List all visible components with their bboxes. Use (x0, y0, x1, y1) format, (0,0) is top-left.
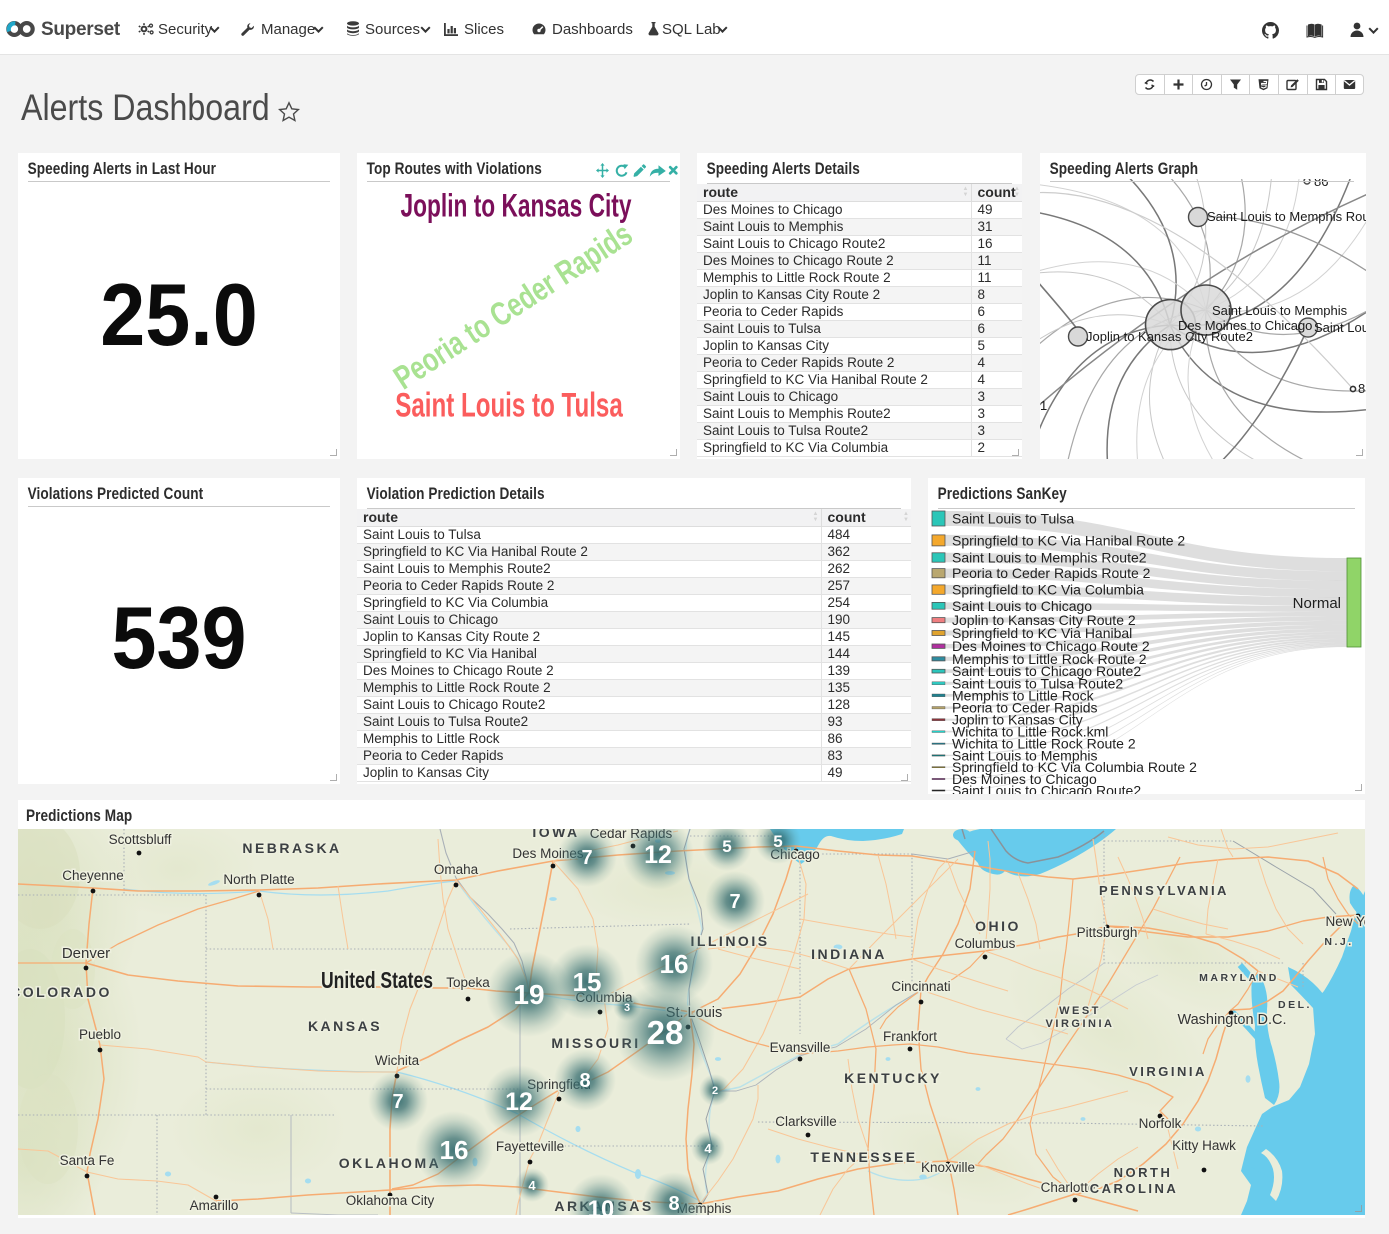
svg-text:North Platte: North Platte (223, 872, 294, 887)
svg-text:Saint Louis t: Saint Louis t (1314, 320, 1366, 335)
svg-text:New York: New York (1325, 914, 1365, 929)
svg-text:NORTH: NORTH (1114, 1165, 1173, 1180)
svg-text:3: 3 (624, 1002, 630, 1014)
svg-text:12: 12 (644, 841, 672, 869)
svg-text:United States: United States (321, 967, 433, 993)
svg-text:Omaha: Omaha (434, 862, 479, 877)
svg-text:Cheyenne: Cheyenne (62, 868, 124, 883)
svg-text:Springfield to KC Via Columbia: Springfield to KC Via Columbia (952, 582, 1144, 598)
svg-text:Evansville: Evansville (770, 1040, 831, 1055)
svg-text:Fayetteville: Fayetteville (496, 1139, 564, 1154)
svg-text:NEBRASKA: NEBRASKA (242, 840, 341, 856)
svg-text:8: 8 (579, 1070, 590, 1092)
svg-text:5: 5 (773, 832, 782, 851)
svg-text:8: 8 (668, 1193, 679, 1215)
svg-text:INDIANA: INDIANA (811, 946, 887, 962)
svg-text:28: 28 (647, 1014, 684, 1051)
svg-text:Topeka: Topeka (446, 975, 490, 990)
svg-text:2: 2 (712, 1085, 718, 1097)
svg-text:7: 7 (392, 1091, 403, 1113)
svg-text:Amarillo: Amarillo (190, 1198, 239, 1213)
svg-text:Norfolk: Norfolk (1139, 1116, 1182, 1131)
svg-text:15: 15 (573, 967, 602, 997)
svg-text:Denver: Denver (62, 945, 110, 962)
svg-text:Charlotte: Charlotte (1041, 1180, 1096, 1195)
svg-text:Peoria to Ceder Rapids Route 2: Peoria to Ceder Rapids Route 2 (952, 565, 1151, 581)
svg-text:5: 5 (722, 837, 731, 856)
svg-text:Frankfort: Frankfort (883, 1029, 937, 1044)
svg-text:7: 7 (729, 891, 740, 913)
svg-text:4: 4 (704, 1141, 712, 1156)
svg-text:10: 10 (588, 1196, 615, 1215)
svg-text:8: 8 (1358, 381, 1365, 396)
svg-text:VIRGINIA: VIRGINIA (1129, 1064, 1207, 1079)
svg-text:Springfield to KC Via Hanibal: Springfield to KC Via Hanibal Route 2 (952, 532, 1185, 548)
svg-text:1: 1 (1040, 398, 1047, 413)
svg-text:MARYLAND: MARYLAND (1199, 972, 1279, 984)
svg-text:Scottsbluff: Scottsbluff (109, 832, 172, 847)
svg-text:Clarksville: Clarksville (775, 1114, 837, 1129)
svg-text:19: 19 (513, 979, 544, 1010)
svg-text:4: 4 (528, 1178, 536, 1193)
svg-text:16: 16 (440, 1135, 469, 1165)
svg-text:16: 16 (660, 949, 689, 979)
svg-text:KENTUCKY: KENTUCKY (844, 1070, 942, 1086)
svg-text:PENNSYLVANIA: PENNSYLVANIA (1099, 883, 1229, 898)
svg-text:12: 12 (505, 1088, 533, 1116)
svg-text:KANSAS: KANSAS (308, 1018, 382, 1034)
svg-text:CAROLINA: CAROLINA (1090, 1181, 1179, 1196)
svg-text:Normal: Normal (1293, 595, 1341, 612)
svg-text:N.J.: N.J. (1324, 936, 1353, 948)
svg-text:Wichita: Wichita (375, 1053, 420, 1068)
svg-text:OHIO: OHIO (975, 918, 1021, 934)
svg-text:Saint Louis to Memphis: Saint Louis to Memphis (1212, 303, 1348, 318)
svg-text:Oklahoma City: Oklahoma City (346, 1193, 435, 1208)
svg-text:Saint Louis to Chicago Route2: Saint Louis to Chicago Route2 (952, 782, 1141, 794)
svg-text:Saint Louis to Tulsa: Saint Louis to Tulsa (952, 511, 1074, 527)
svg-text:7: 7 (581, 847, 592, 869)
svg-text:Pueblo: Pueblo (79, 1027, 121, 1042)
svg-text:DEL.: DEL. (1278, 999, 1312, 1011)
svg-text:Cincinnati: Cincinnati (891, 979, 950, 994)
svg-text:Saint Louis to Memphis Route2: Saint Louis to Memphis Route2 (952, 550, 1147, 566)
svg-text:Knoxville: Knoxville (921, 1160, 975, 1175)
svg-text:VIRGINIA: VIRGINIA (1046, 1018, 1115, 1030)
svg-text:Pittsburgh: Pittsburgh (1077, 925, 1138, 940)
svg-text:Joplin to Kansas City Route2: Joplin to Kansas City Route2 (1086, 329, 1253, 344)
svg-text:Columbus: Columbus (955, 936, 1016, 951)
svg-text:Washington D.C.: Washington D.C. (1177, 1012, 1286, 1028)
svg-text:Kitty Hawk: Kitty Hawk (1172, 1138, 1236, 1153)
svg-text:Santa Fe: Santa Fe (60, 1153, 115, 1168)
svg-text:WEST: WEST (1059, 1005, 1101, 1017)
svg-text:Saint Louis to Memphis Route2: Saint Louis to Memphis Route2 (1207, 209, 1366, 224)
svg-text:COLORADO: COLORADO (18, 984, 112, 1000)
svg-text:TENNESSEE: TENNESSEE (810, 1149, 917, 1165)
